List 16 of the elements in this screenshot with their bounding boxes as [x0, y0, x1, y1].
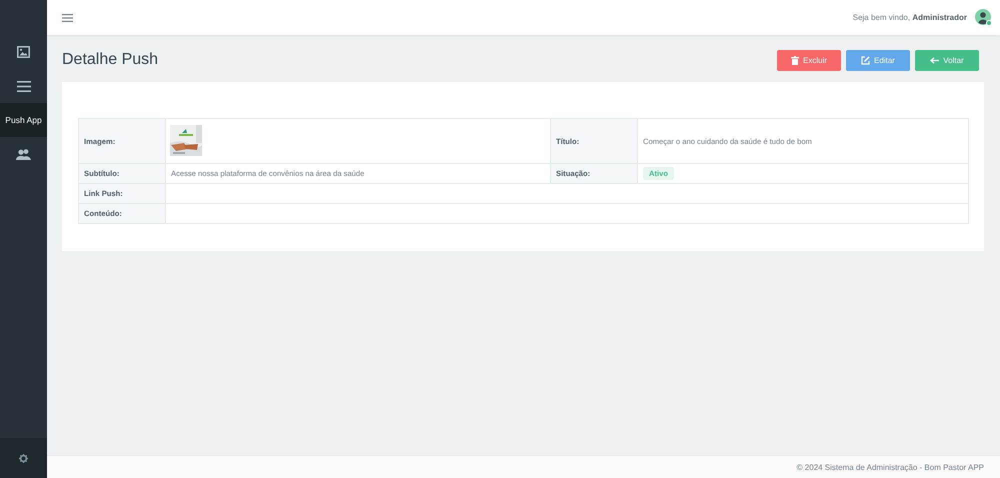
users-icon — [16, 148, 31, 160]
page-title: Detalhe Push — [62, 51, 160, 69]
trash-icon — [790, 56, 799, 64]
welcome-text: Seja bem vindo, Administrador — [852, 13, 967, 22]
menu-icon[interactable] — [62, 14, 73, 22]
image-icon — [17, 46, 30, 58]
arrow-left-icon — [930, 56, 940, 64]
avatar-icon[interactable] — [975, 9, 992, 26]
menu-icon — [16, 80, 30, 92]
delete-button[interactable]: Excluir — [777, 50, 841, 70]
edit-button[interactable]: Editar — [846, 50, 910, 70]
sidebar-item[interactable]: Push App — [0, 103, 47, 137]
settings-icon[interactable] — [19, 454, 28, 462]
footer-text: © 2024 Sistema de Administração - Bom Pastor APP — [796, 462, 984, 472]
edit-icon — [861, 56, 870, 64]
back-button[interactable]: Voltar — [915, 50, 979, 70]
